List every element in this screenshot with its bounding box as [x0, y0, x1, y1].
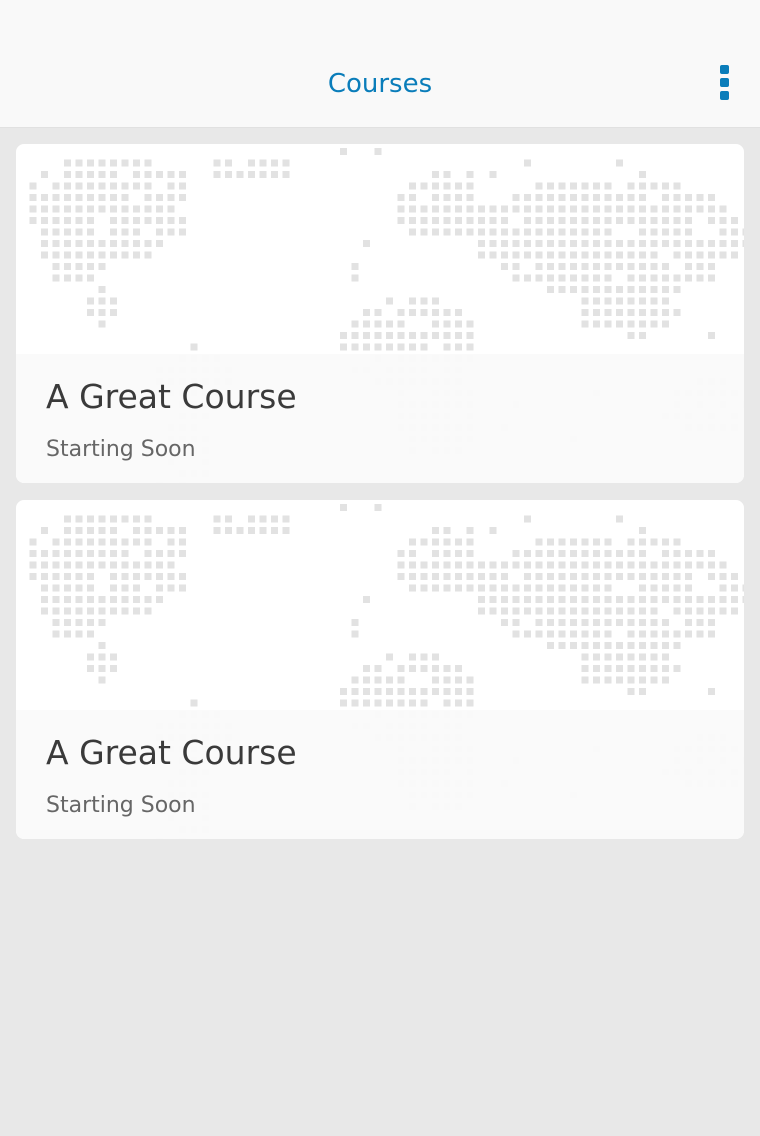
navigation-bar: Courses: [0, 0, 760, 128]
more-vertical-icon: [720, 65, 729, 74]
course-card[interactable]: A Great Course Starting Soon: [16, 500, 744, 839]
course-card[interactable]: A Great Course Starting Soon: [16, 144, 744, 483]
more-vertical-icon-dot: [720, 91, 729, 100]
more-vertical-icon-dot: [720, 78, 729, 87]
course-list: A Great Course Starting Soon A Great Cou…: [16, 144, 744, 856]
course-status: Starting Soon: [46, 793, 196, 818]
more-options-button[interactable]: [710, 62, 738, 102]
course-title: A Great Course: [46, 733, 297, 772]
page-title: Courses: [327, 69, 433, 99]
course-status: Starting Soon: [46, 437, 196, 462]
course-title: A Great Course: [46, 377, 297, 416]
